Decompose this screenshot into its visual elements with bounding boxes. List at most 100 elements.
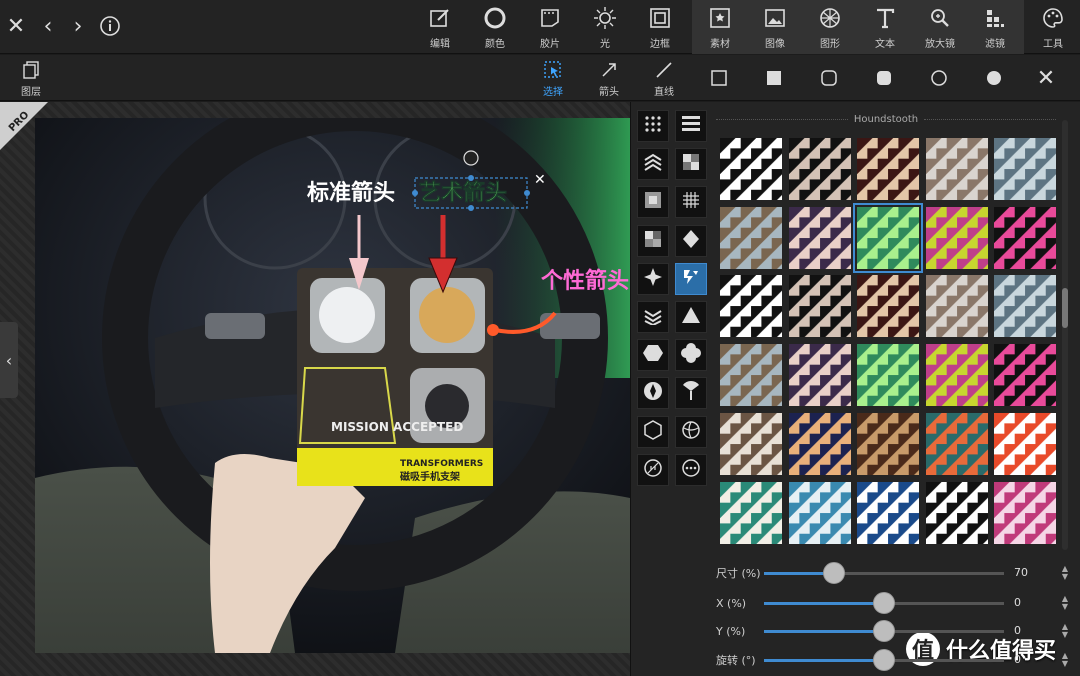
houndstooth-swatch[interactable] (720, 138, 782, 200)
houndstooth-swatch[interactable] (857, 344, 919, 407)
select-icon (544, 61, 561, 78)
houndstooth-swatch[interactable] (994, 344, 1056, 407)
houndstooth-swatch[interactable] (994, 481, 1056, 544)
slider-knob[interactable] (822, 562, 845, 584)
slider-knob[interactable] (873, 620, 895, 642)
pattern-category-blocks[interactable] (637, 224, 669, 257)
houndstooth-swatch[interactable] (788, 206, 851, 269)
houndstooth-swatch[interactable] (925, 275, 988, 338)
pattern-category-squares[interactable] (637, 186, 669, 219)
houndstooth-swatch[interactable] (994, 206, 1056, 269)
close-panel-icon[interactable]: ✕ (1034, 66, 1058, 91)
tool-light[interactable]: 光 (579, 4, 631, 50)
pattern-category-hexagon[interactable] (637, 339, 669, 372)
houndstooth-swatch[interactable] (720, 412, 782, 475)
tool-text[interactable]: 文本 (859, 4, 911, 50)
pattern-category-grid[interactable] (675, 186, 707, 219)
scrollbar-thumb[interactable] (1062, 288, 1068, 328)
pattern-category-chevrons[interactable] (637, 148, 669, 181)
back-icon[interactable]: ‹ (36, 10, 60, 42)
stepper-icon[interactable]: ▲ ▼ (1060, 595, 1070, 611)
pattern-category-dots[interactable] (637, 110, 669, 142)
standard-arrow-text[interactable]: 标准箭头 (307, 180, 395, 206)
circle-filled-tool[interactable] (982, 66, 1006, 90)
houndstooth-swatch[interactable] (994, 412, 1056, 475)
stepper-icon[interactable]: ▲ ▼ (1060, 652, 1070, 668)
stepper-icon[interactable]: ▲ ▼ (1060, 565, 1070, 581)
houndstooth-swatch[interactable] (720, 206, 782, 269)
layers-button[interactable]: 图层 (8, 57, 54, 99)
slider-value[interactable]: 0 (1014, 596, 1058, 609)
houndstooth-swatch[interactable] (925, 481, 988, 544)
pattern-category-leaf[interactable] (637, 453, 669, 486)
info-icon[interactable] (98, 10, 122, 42)
houndstooth-swatch[interactable] (857, 275, 919, 338)
tool-color[interactable]: 颜色 (469, 4, 521, 50)
pattern-category-layers-chevron[interactable] (637, 301, 669, 333)
houndstooth-swatch[interactable] (857, 481, 919, 544)
houndstooth-swatch[interactable] (994, 138, 1056, 200)
collapse-left-handle[interactable]: ‹ (0, 322, 18, 398)
slider-track[interactable] (764, 572, 1004, 575)
photo-canvas[interactable]: MISSION ACCEPTED TRANSFORMERS 磁吸手机支架 标准箭… (35, 118, 630, 653)
roundrect-filled-tool[interactable] (872, 66, 896, 90)
pattern-category-triangle[interactable] (675, 301, 707, 333)
pattern-category-fan[interactable] (675, 377, 707, 410)
houndstooth-swatch[interactable] (925, 138, 988, 200)
slider-value[interactable]: 70 (1014, 566, 1058, 579)
pattern-category-compass[interactable] (637, 377, 669, 410)
close-icon[interactable]: ✕ (4, 10, 28, 42)
arrow-tool[interactable]: 箭头 (586, 57, 632, 99)
custom-arrow-text[interactable]: 个性箭头 (541, 268, 629, 294)
houndstooth-swatch[interactable] (857, 138, 919, 200)
rect-outline-tool[interactable] (707, 66, 731, 90)
roundrect-outline-tool[interactable] (817, 66, 841, 90)
slider-value[interactable]: 0 (1014, 624, 1058, 637)
tool-shape[interactable]: 图形 (804, 4, 856, 50)
houndstooth-swatch[interactable] (720, 481, 782, 544)
tool-utility[interactable]: 工具 (1027, 4, 1079, 50)
pattern-category-star[interactable] (637, 262, 669, 295)
houndstooth-swatch[interactable] (925, 206, 988, 269)
tool-filter[interactable]: 滤镜 (969, 4, 1021, 50)
pattern-category-diamond[interactable] (675, 224, 707, 257)
houndstooth-swatch[interactable] (994, 275, 1056, 338)
pattern-category-stripes[interactable] (675, 110, 707, 142)
houndstooth-swatch[interactable] (788, 344, 851, 407)
stepper-icon[interactable]: ▲ ▼ (1060, 623, 1070, 639)
tool-film[interactable]: 胶片 (524, 4, 576, 50)
pattern-category-houndstooth[interactable] (675, 262, 707, 295)
pattern-category-more[interactable] (675, 453, 707, 486)
slider-knob[interactable] (873, 592, 895, 614)
slider-value[interactable]: 0 (1014, 653, 1058, 666)
pattern-category-checker[interactable] (675, 148, 707, 181)
houndstooth-swatch[interactable] (925, 412, 988, 475)
forward-icon[interactable]: › (66, 10, 90, 42)
circle-outline-tool[interactable] (927, 66, 951, 90)
houndstooth-swatch[interactable] (720, 275, 782, 338)
houndstooth-swatch[interactable] (925, 344, 988, 407)
pattern-category-clover[interactable] (675, 339, 707, 372)
houndstooth-swatch[interactable] (788, 275, 851, 338)
art-arrow-text[interactable]: 艺术箭头 (419, 180, 508, 207)
houndstooth-swatch[interactable] (788, 412, 851, 475)
houndstooth-swatch[interactable] (857, 412, 919, 475)
houndstooth-swatch[interactable] (853, 202, 923, 273)
pattern-category-hex-outline[interactable] (637, 415, 669, 448)
slider-knob[interactable] (873, 649, 895, 671)
tool-edit[interactable]: 编辑 (414, 4, 466, 50)
select-tool[interactable]: 选择 (530, 57, 576, 99)
tool-border[interactable]: 边框 (634, 4, 686, 50)
pattern-category-ball[interactable] (675, 415, 707, 448)
houndstooth-swatch[interactable] (788, 481, 851, 544)
panel-scrollbar[interactable] (1062, 120, 1068, 550)
tool-magnifier[interactable]: 放大镜 (914, 4, 966, 50)
rect-filled-tool[interactable] (762, 66, 786, 90)
shape-icon (820, 8, 840, 28)
tool-label: 工具 (1043, 39, 1063, 50)
line-tool[interactable]: 直线 (641, 57, 687, 99)
houndstooth-swatch[interactable] (720, 344, 782, 407)
houndstooth-swatch[interactable] (788, 138, 851, 200)
tool-material[interactable]: 素材 (694, 4, 746, 50)
tool-image[interactable]: 图像 (749, 4, 801, 50)
